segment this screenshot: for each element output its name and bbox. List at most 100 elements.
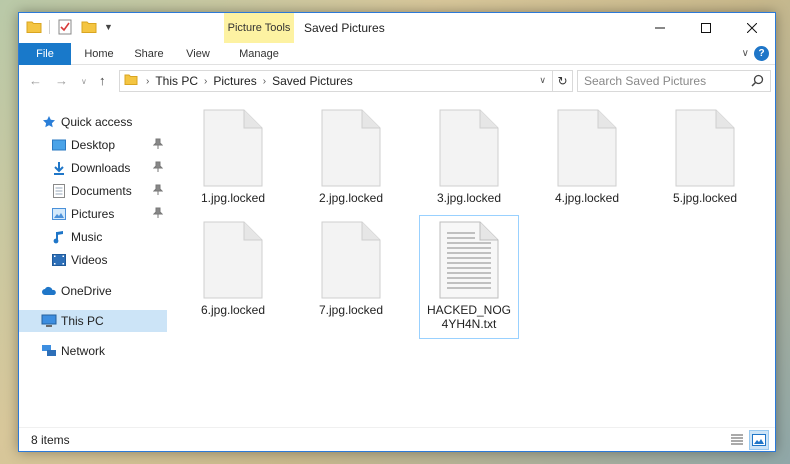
breadcrumb-pictures[interactable]: Pictures xyxy=(213,74,256,88)
pictures-folder-icon xyxy=(51,206,67,222)
pin-icon[interactable] xyxy=(152,138,164,153)
videos-folder-icon xyxy=(51,252,67,268)
breadcrumb-separator-icon[interactable]: › xyxy=(204,76,207,87)
file-name: 7.jpg.locked xyxy=(318,303,384,317)
sidebar-item-quick-access[interactable]: Quick access xyxy=(19,111,167,133)
file-name: 4.jpg.locked xyxy=(554,191,620,205)
sidebar-item-label: Downloads xyxy=(71,161,131,175)
pin-icon[interactable] xyxy=(152,161,164,176)
sidebar-item-this-pc[interactable]: This PC xyxy=(19,310,167,332)
properties-icon[interactable] xyxy=(56,18,74,36)
navigation-bar: ← → ∨ ↑ › This PC › Pictures › Saved Pic… xyxy=(19,66,775,96)
sidebar-item-label: Videos xyxy=(71,253,108,267)
sidebar-item-label: Desktop xyxy=(71,138,116,152)
sidebar-item-label: Music xyxy=(71,230,103,244)
blank-file-icon xyxy=(675,109,735,187)
minimize-icon xyxy=(655,27,665,29)
large-icons-view-icon[interactable] xyxy=(749,430,769,450)
sidebar-item-downloads[interactable]: Downloads xyxy=(19,157,167,179)
file-item[interactable]: 7.jpg.locked xyxy=(301,221,401,317)
network-icon xyxy=(41,343,57,359)
file-item[interactable]: 2.jpg.locked xyxy=(301,109,401,205)
star-icon xyxy=(41,114,57,130)
blank-file-icon xyxy=(439,109,499,187)
breadcrumb-saved-pictures[interactable]: Saved Pictures xyxy=(272,74,353,88)
file-item[interactable]: 5.jpg.locked xyxy=(655,109,755,205)
folder-icon xyxy=(25,18,43,36)
breadcrumb-separator-icon: › xyxy=(146,75,150,87)
sidebar-item-onedrive[interactable]: OneDrive xyxy=(19,280,167,302)
help-icon[interactable]: ? xyxy=(754,46,769,61)
downloads-folder-icon xyxy=(51,160,67,176)
file-item[interactable]: 1.jpg.locked xyxy=(183,109,283,205)
text-file-icon xyxy=(439,221,499,299)
refresh-icon[interactable]: ↻ xyxy=(552,71,572,91)
tab-view[interactable]: View xyxy=(177,43,219,65)
file-name: 1.jpg.locked xyxy=(200,191,266,205)
folder-icon xyxy=(124,74,140,88)
blank-file-icon xyxy=(203,109,263,187)
file-item[interactable]: 3.jpg.locked xyxy=(419,109,519,205)
sidebar-item-music[interactable]: Music xyxy=(19,226,167,248)
tab-home[interactable]: Home xyxy=(77,43,121,65)
blank-file-icon xyxy=(321,109,381,187)
desktop-folder-icon xyxy=(51,137,67,153)
sidebar-item-label: This PC xyxy=(61,314,104,328)
file-name: 3.jpg.locked xyxy=(436,191,502,205)
details-view-icon[interactable] xyxy=(729,432,745,448)
picture-tools-context-label: Picture Tools xyxy=(224,13,294,43)
search-icon[interactable] xyxy=(751,74,764,90)
address-history-chevron-icon[interactable]: ∨ xyxy=(539,75,546,86)
customize-toolbar-chevron-icon[interactable]: ▼ xyxy=(104,22,113,32)
vertical-scrollbar[interactable] xyxy=(767,97,775,427)
documents-folder-icon xyxy=(51,183,67,199)
expand-ribbon-chevron-icon[interactable]: ∨ xyxy=(742,48,749,59)
sidebar-item-videos[interactable]: Videos xyxy=(19,249,167,271)
up-arrow-icon[interactable]: ↑ xyxy=(99,73,106,88)
new-folder-icon[interactable] xyxy=(80,18,98,36)
sidebar-item-pictures[interactable]: Pictures xyxy=(19,203,167,225)
blank-file-icon xyxy=(203,221,263,299)
recent-locations-chevron-icon[interactable]: ∨ xyxy=(81,77,87,86)
pin-icon[interactable] xyxy=(152,184,164,199)
onedrive-icon xyxy=(41,283,57,299)
file-name: 2.jpg.locked xyxy=(318,191,384,205)
minimize-button[interactable] xyxy=(637,13,683,43)
search-box[interactable] xyxy=(577,70,771,92)
tab-share[interactable]: Share xyxy=(127,43,171,65)
sidebar-item-network[interactable]: Network xyxy=(19,340,167,362)
ribbon-tab-bar: File Home Share View Manage ∨ ? xyxy=(19,43,775,65)
breadcrumb-separator-icon[interactable]: › xyxy=(263,76,266,87)
file-item[interactable]: 6.jpg.locked xyxy=(183,221,283,317)
file-list-pane: 1.jpg.locked 2.jpg.locked 3.jpg.locked 4… xyxy=(171,97,771,427)
file-item[interactable]: 4.jpg.locked xyxy=(537,109,637,205)
file-explorer-window: ▼ Picture Tools Saved Pictures File Home… xyxy=(18,12,776,452)
blank-file-icon xyxy=(557,109,617,187)
sidebar-item-label: Pictures xyxy=(71,207,115,221)
maximize-icon xyxy=(701,23,711,33)
window-title: Saved Pictures xyxy=(304,21,385,35)
navigation-pane: Quick access Desktop Downloads Documents… xyxy=(19,97,167,427)
address-bar[interactable]: › This PC › Pictures › Saved Pictures ∨ … xyxy=(119,70,573,92)
maximize-button[interactable] xyxy=(683,13,729,43)
sidebar-item-label: Documents xyxy=(71,184,132,198)
breadcrumb-this-pc[interactable]: This PC xyxy=(155,74,198,88)
tab-file[interactable]: File xyxy=(19,43,71,65)
quick-access-toolbar: ▼ xyxy=(25,18,113,36)
back-arrow-icon[interactable]: ← xyxy=(29,73,42,88)
pin-icon[interactable] xyxy=(152,207,164,222)
file-name: 6.jpg.locked xyxy=(200,303,266,317)
forward-arrow-icon[interactable]: → xyxy=(55,73,68,88)
title-bar: ▼ Picture Tools Saved Pictures xyxy=(19,13,775,43)
sidebar-item-documents[interactable]: Documents xyxy=(19,180,167,202)
close-button[interactable] xyxy=(729,13,775,43)
music-folder-icon xyxy=(51,229,67,245)
status-bar: 8 items xyxy=(19,427,775,451)
file-item[interactable]: HACKED_NOG4YH4N.txt xyxy=(419,215,519,339)
sidebar-item-label: Network xyxy=(61,344,106,358)
sidebar-item-label: Quick access xyxy=(61,115,133,129)
tab-manage[interactable]: Manage xyxy=(224,43,294,65)
blank-file-icon xyxy=(321,221,381,299)
sidebar-item-desktop[interactable]: Desktop xyxy=(19,134,167,156)
search-input[interactable] xyxy=(584,74,749,88)
